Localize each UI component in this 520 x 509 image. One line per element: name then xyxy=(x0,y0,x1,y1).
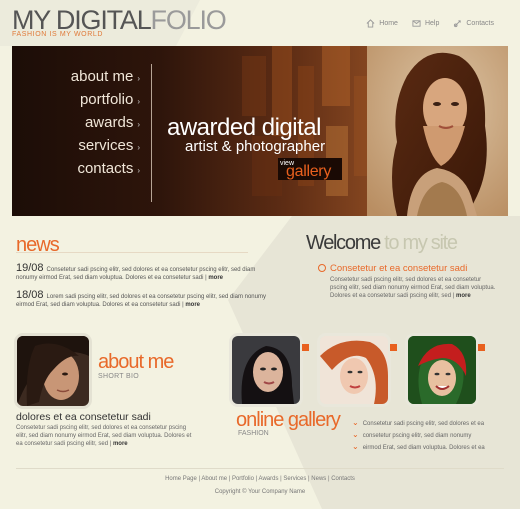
top-nav-contacts[interactable]: Contacts xyxy=(453,19,494,28)
news-item: 18/08 Lorem sadi pscing elitr, sed dolore… xyxy=(16,289,266,309)
chevron-right-icon: › xyxy=(137,120,140,129)
footer-link-portfolio[interactable]: Portfolio xyxy=(232,476,254,482)
gallery-heading: online gallery xyxy=(236,409,341,431)
circle-bullet-icon xyxy=(318,264,326,272)
gallery-list-item[interactable]: ⌄ eirmod Erat, sed diam voluptua. Dolores… xyxy=(352,442,512,451)
banner-menu-about-label: about me xyxy=(70,68,134,85)
welcome-heading-b: to my site xyxy=(384,232,458,254)
gallery-subheading: FASHION xyxy=(238,430,269,437)
gallery-thumb[interactable] xyxy=(232,336,300,404)
welcome-box: Consetetur et ea consetetur sadi Consete… xyxy=(318,263,498,300)
logo-part2: FOLIO xyxy=(150,5,227,35)
footer-link-news[interactable]: News xyxy=(311,476,326,482)
top-nav-contacts-label: Contacts xyxy=(466,20,494,27)
gallery-tag-icon[interactable] xyxy=(302,344,309,351)
contacts-icon xyxy=(454,20,462,28)
footer-separator: | xyxy=(228,476,231,482)
footer-link-home[interactable]: Home Page xyxy=(165,476,197,482)
top-nav-help[interactable]: Help xyxy=(412,19,439,28)
footer-separator: | xyxy=(198,476,201,482)
welcome-subheading: Consetetur et ea consetetur sadi xyxy=(330,263,468,274)
news-date: 18/08 xyxy=(16,289,44,301)
top-nav: Home Help Contacts xyxy=(366,19,494,28)
about-photo xyxy=(17,336,89,406)
logo[interactable]: MY DIGITALFOLIO xyxy=(12,5,227,35)
copyright: Copyright © Your Company Name xyxy=(214,489,306,495)
top-nav-home-label: Home xyxy=(379,20,398,27)
chevron-right-icon: › xyxy=(137,97,140,106)
home-icon xyxy=(366,19,375,28)
banner-menu-portfolio[interactable]: portfolio › xyxy=(60,89,140,112)
about-title: dolores et ea consetetur sadi xyxy=(16,411,151,423)
footer-separator: | xyxy=(327,476,330,482)
footer-link-awards[interactable]: Awards xyxy=(259,476,279,482)
news-date: 19/08 xyxy=(16,262,44,274)
footer-links: Home Page | About me | Portfolio | Award… xyxy=(0,476,520,482)
chevron-right-icon: › xyxy=(137,166,140,175)
hero-banner: about me › portfolio › awards › services › c… xyxy=(12,46,508,216)
help-icon xyxy=(412,20,421,27)
view-gallery-button[interactable]: view gallery xyxy=(278,158,342,180)
chevron-down-icon: ⌄ xyxy=(352,418,359,427)
welcome-heading: Welcome to my site xyxy=(306,232,458,255)
welcome-heading-a: Welcome xyxy=(306,232,381,254)
chevron-right-icon: › xyxy=(137,143,140,152)
gallery-image-1 xyxy=(232,336,300,404)
gallery-list-text: consetetur pscing elitr, sed diam nonumy xyxy=(362,433,472,439)
footer-divider xyxy=(16,468,504,469)
top-nav-home[interactable]: Home xyxy=(366,19,398,28)
about-subheading: SHORT BIO xyxy=(98,373,139,380)
gallery-list-text: Consetetur sadi pscing elitr, sed dolore… xyxy=(362,421,485,427)
about-text: Consetetur sadi pscing elitr, sed dolore… xyxy=(16,425,192,447)
news-heading: news xyxy=(16,234,60,256)
about-more-link[interactable]: more xyxy=(113,441,128,447)
news-item: 19/08 Consetetur sadi pscing elitr, sed d… xyxy=(16,262,256,282)
footer-link-contacts[interactable]: Contacts xyxy=(331,476,355,482)
banner-menu-services-label: services xyxy=(78,137,134,154)
gallery-image-2 xyxy=(320,336,388,404)
gallery-list-item[interactable]: ⌄ consetetur pscing elitr, sed diam nonum… xyxy=(352,430,512,439)
chevron-down-icon: ⌄ xyxy=(352,430,359,439)
footer-separator: | xyxy=(308,476,310,482)
footer-link-about[interactable]: About me xyxy=(201,476,227,482)
banner-menu-services[interactable]: services › xyxy=(60,135,140,158)
footer-link-services[interactable]: Services xyxy=(283,476,306,482)
banner-menu-portfolio-label: portfolio xyxy=(79,91,134,108)
gallery-list-item[interactable]: ⌄ Consetetur sadi pscing elitr, sed dolor… xyxy=(352,418,512,427)
news-more-link[interactable]: more xyxy=(208,275,223,281)
gallery-tag-icon[interactable] xyxy=(390,344,397,351)
gallery-image-3 xyxy=(408,336,476,404)
chevron-down-icon: ⌄ xyxy=(352,442,359,451)
banner-menu-contacts[interactable]: contacts › xyxy=(60,158,140,181)
gallery-tag-icon[interactable] xyxy=(478,344,485,351)
welcome-text: Consetetur sadi pscing elitr, sed dolore… xyxy=(330,277,496,299)
banner-menu-about[interactable]: about me › xyxy=(60,66,140,89)
news-more-link[interactable]: more xyxy=(185,302,200,308)
top-nav-help-label: Help xyxy=(424,20,440,27)
gallery-thumb[interactable] xyxy=(408,336,476,404)
about-heading: about me xyxy=(98,351,174,373)
site-header: MY DIGITALFOLIO FASHION IS MY WORLD xyxy=(12,5,227,38)
news-divider xyxy=(16,252,248,253)
banner-menu: about me › portfolio › awards › services › c… xyxy=(60,66,140,181)
gallery-thumb[interactable] xyxy=(320,336,388,404)
banner-menu-awards-label: awards xyxy=(84,114,134,131)
banner-menu-contacts-label: contacts xyxy=(77,160,134,177)
chevron-right-icon: › xyxy=(137,74,140,83)
gallery-label: gallery xyxy=(286,163,332,180)
hero-portrait xyxy=(367,46,508,216)
banner-menu-awards[interactable]: awards › xyxy=(60,112,140,135)
welcome-more-link[interactable]: more xyxy=(456,293,471,299)
about-portrait-image xyxy=(17,336,89,406)
gallery-list-text: eirmod Erat, sed diam voluptua. Dolores … xyxy=(362,445,485,451)
footer-separator: | xyxy=(280,476,282,482)
banner-subtitle: artist & photographer xyxy=(185,138,326,155)
news-text: Lorem sadi pscing elitr, sed dolores et … xyxy=(16,294,266,308)
banner-divider xyxy=(151,64,152,202)
footer-separator: | xyxy=(255,476,258,482)
about-text-body: Consetetur sadi pscing elitr, sed dolore… xyxy=(16,425,192,447)
